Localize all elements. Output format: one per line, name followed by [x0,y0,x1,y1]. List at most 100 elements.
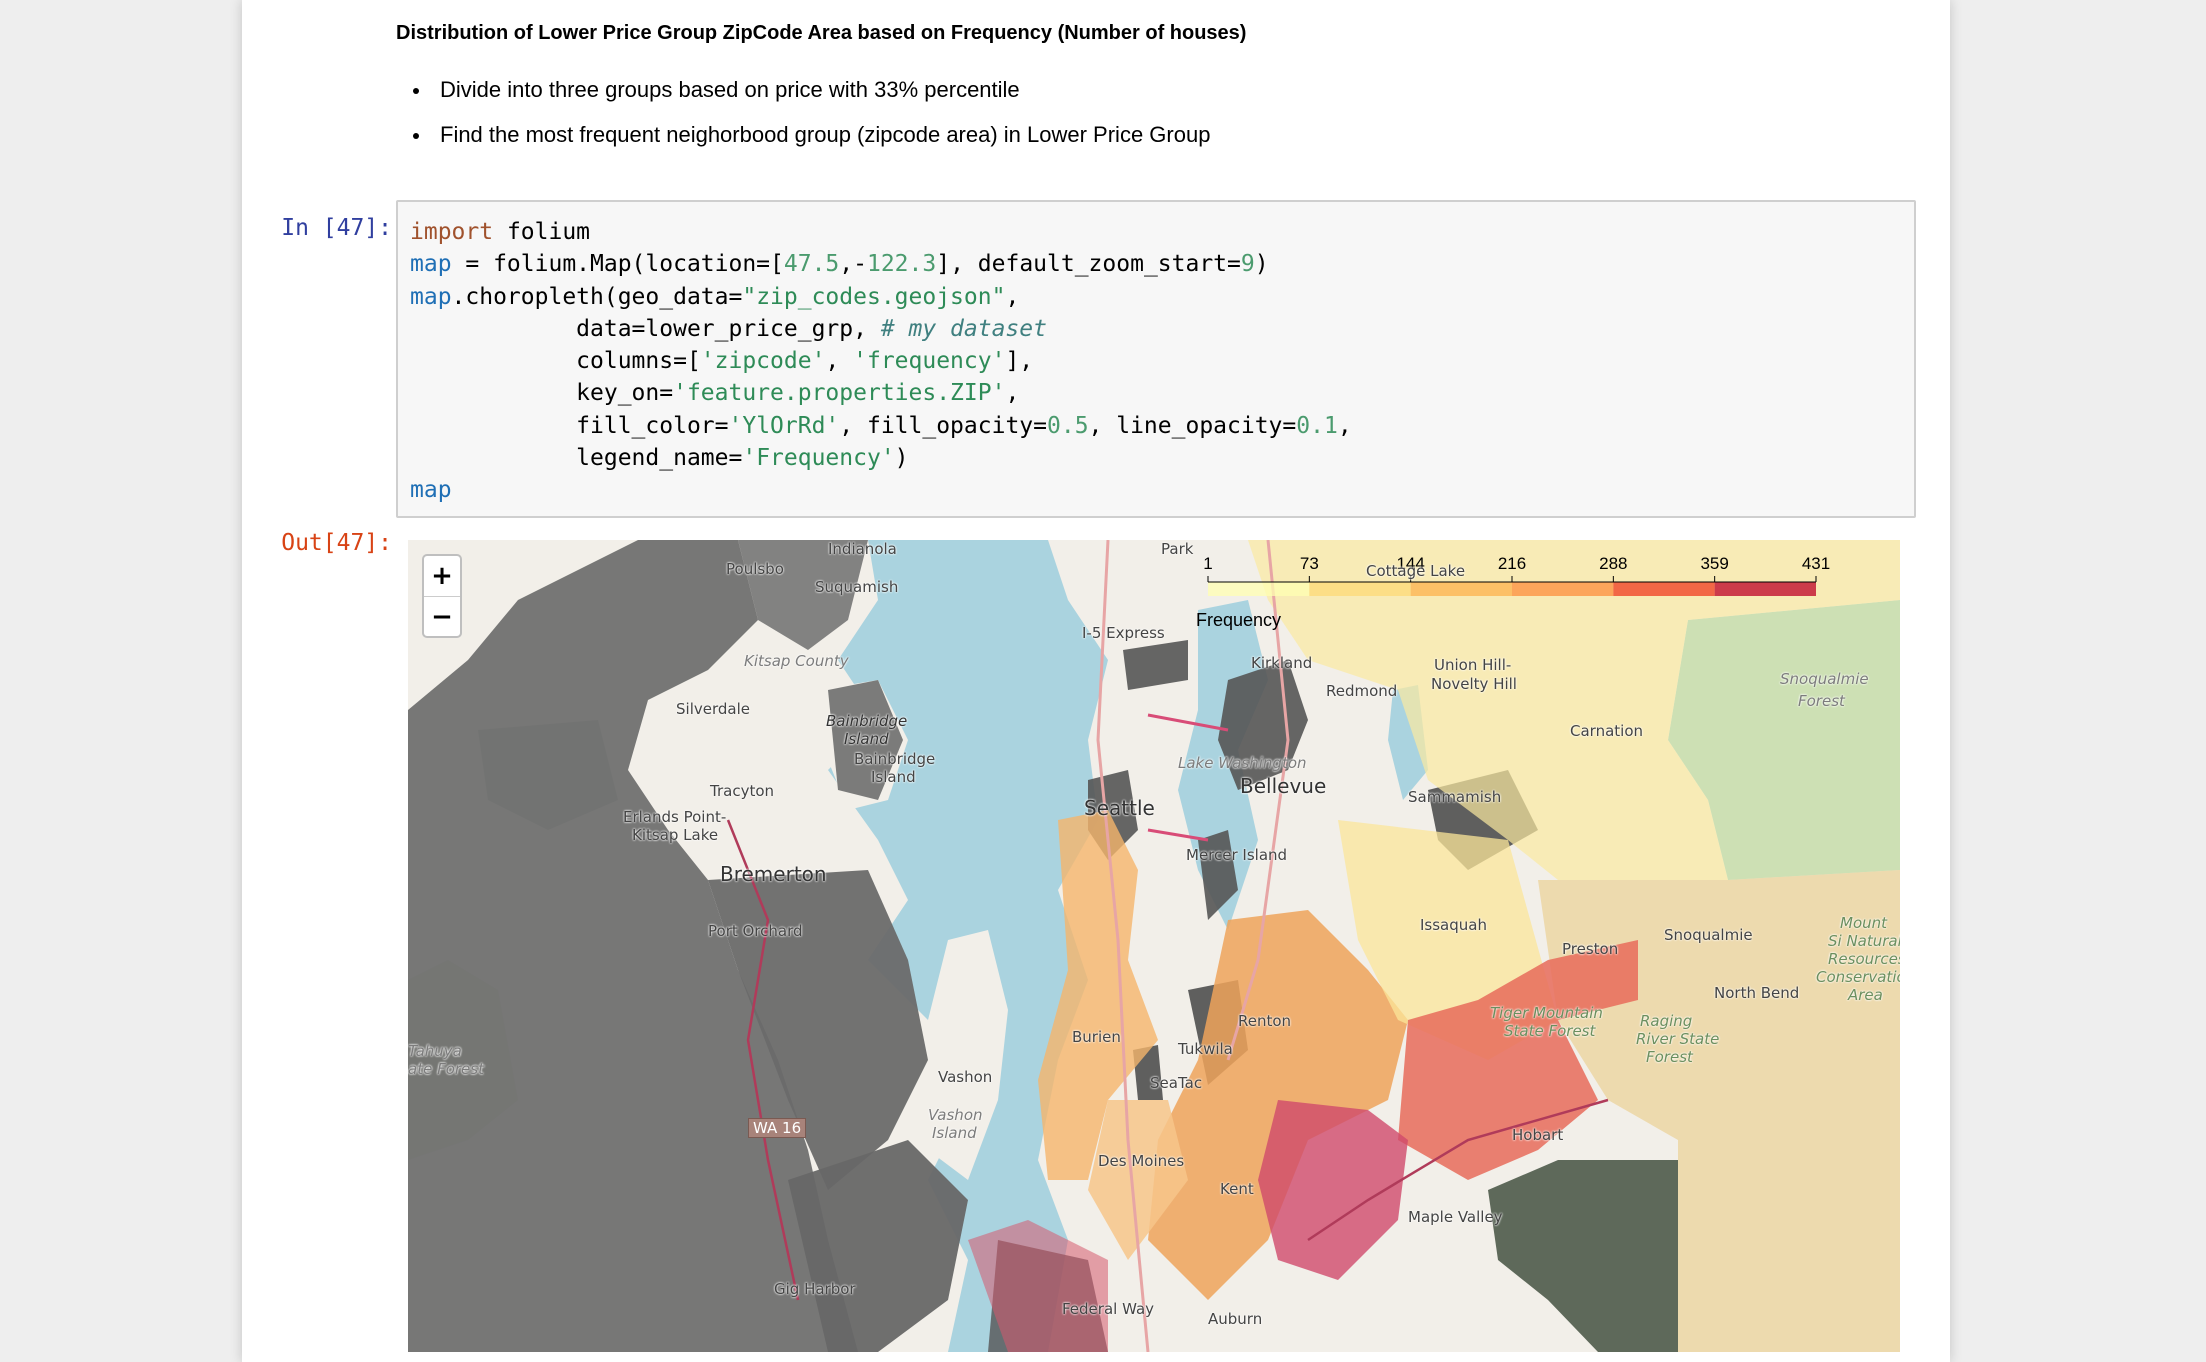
legend-tick-label: 359 [1700,554,1729,573]
map-label: Kent [1220,1180,1254,1198]
code-number: 122.3 [866,251,937,278]
code-token: ) [894,445,909,472]
legend-tick-label: 431 [1801,554,1831,573]
map-label: Si Natural [1828,932,1900,950]
legend-color-bin [1613,582,1715,596]
code-number: 0.5 [1047,412,1089,439]
code-variable: map [410,283,452,310]
choropleth-map[interactable]: + − Frequency 1 73 144 216 288 359 431 Indiano… [408,540,1900,1352]
code-token: , [825,348,854,375]
code-token: ,- [839,251,867,278]
zoom-out-button[interactable]: − [424,597,460,637]
map-label: Bainbridge [854,750,936,768]
code-token: , [1005,283,1020,310]
map-label: Poulsbo [726,560,784,578]
map-label: Forest [1646,1048,1693,1066]
map-label: Redmond [1326,682,1398,700]
map-label: Indianola [828,540,897,558]
legend-tick-label: 288 [1599,554,1628,573]
code-text[interactable]: import folium map = folium.Map(location=… [410,216,1352,507]
code-comment: # my dataset [880,315,1047,342]
map-label: Forest [1798,692,1845,710]
legend-tick-label: 73 [1299,554,1319,573]
map-label: Maple Valley [1408,1208,1503,1226]
bullet-icon [413,88,419,94]
map-label: River State [1636,1030,1720,1048]
map-legend: Frequency 1 73 144 216 288 359 431 [1196,552,1836,632]
code-variable: map [410,477,452,504]
output-prompt: Out[47]: [281,530,392,556]
code-string: 'YlOrRd' [728,412,840,439]
map-label: Burien [1072,1028,1121,1046]
list-item-text: Divide into three groups based on price … [440,77,1020,102]
code-variable: map [410,251,452,278]
map-label: Cottage Lake [1366,562,1466,580]
map-label: Hobart [1512,1126,1564,1144]
map-label: Park [1161,540,1194,558]
code-token: data=lower_price_grp, [410,315,881,342]
code-string: 'frequency' [853,348,1006,375]
code-token: , fill_opacity= [839,412,1047,439]
legend-title: Frequency [1196,610,1282,630]
code-string: 'Frequency' [742,445,895,472]
map-label: North Bend [1714,984,1800,1002]
code-token: ) [1254,251,1269,278]
list-item: Divide into three groups based on price … [396,72,1210,117]
code-token: ], default_zoom_start= [936,251,1241,278]
highway-shield: WA 16 [748,1118,807,1138]
map-tiles [408,540,1900,1352]
zoom-in-button[interactable]: + [424,556,460,597]
map-label: Vashon [928,1106,983,1124]
code-number: 0.1 [1296,412,1338,439]
map-label: Kitsap County [744,652,849,670]
map-label: Silverdale [676,700,750,718]
code-token: columns=[ [410,348,701,375]
list-item: Find the most frequent neighorbood group… [396,117,1210,162]
map-label: Port Orchard [708,922,803,940]
legend-color-bin [1208,582,1310,596]
map-label: State Forest [1504,1022,1596,1040]
code-cell-editor[interactable]: import folium map = folium.Map(location=… [396,200,1916,518]
map-label: Bremerton [720,862,827,886]
map-label: Gig Harbor [774,1280,856,1298]
input-prompt: In [47]: [281,215,392,241]
code-token: , line_opacity= [1088,412,1297,439]
map-label: Sammamish [1408,788,1502,806]
map-label: Island [871,768,916,786]
map-label: Kirkland [1251,654,1313,672]
map-label: Tracyton [710,782,775,800]
map-label: Mount [1840,914,1888,932]
map-label: Lake Washington [1178,754,1307,772]
map-label: Issaquah [1420,916,1487,934]
map-label: Tiger Mountain [1490,1004,1603,1022]
map-label: Suquamish [815,578,899,596]
map-label: ate Forest [408,1060,484,1078]
code-token: , [1005,380,1020,407]
code-token: key_on= [410,380,674,407]
map-label: Conservation [1816,968,1900,986]
map-label: Auburn [1208,1310,1263,1328]
map-label: Renton [1238,1012,1292,1030]
map-label: Tukwila [1178,1040,1233,1058]
code-token: legend_name= [410,445,743,472]
code-token: = folium.Map(location=[ [451,251,784,278]
map-label: I-5 Express [1082,624,1165,642]
code-keyword: import [410,219,494,245]
code-number: 9 [1240,251,1255,278]
legend-color-bin [1714,582,1816,596]
markdown-heading: Distribution of Lower Price Group ZipCod… [396,22,1247,44]
map-label: Kitsap Lake [632,826,719,844]
map-label: Carnation [1570,722,1644,740]
legend-color-bin [1410,582,1512,596]
map-label: Tahuya [408,1042,462,1060]
code-token: fill_color= [410,412,729,439]
notebook-page: Distribution of Lower Price Group ZipCod… [242,0,1950,1362]
map-label: Erlands Point- [623,808,727,826]
vashon-land [918,930,1008,1180]
map-label: Bainbridge [826,712,908,730]
legend-color-bin [1512,582,1614,596]
code-token: .choropleth(geo_data= [451,283,743,310]
code-token: , [1337,412,1352,439]
map-label: Area [1848,986,1883,1004]
map-label: Island [844,730,889,748]
